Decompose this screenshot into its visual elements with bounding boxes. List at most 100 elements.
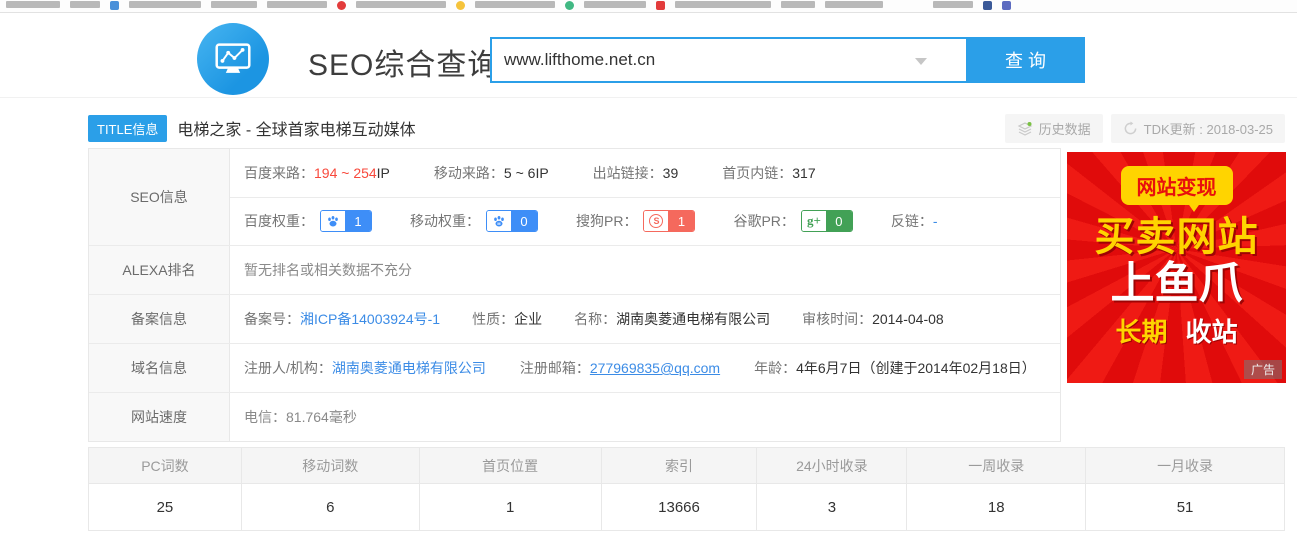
registrant-link[interactable]: 湖南奥菱通电梯有限公司	[332, 358, 486, 378]
row-icp: 备案信息 备案号： 湘ICP备14003924号-1 性质： 企业 名称： 湖南…	[89, 294, 1060, 343]
row-header-alexa: ALEXA排名	[89, 246, 230, 294]
email-link[interactable]: 277969835@qq.com	[590, 360, 720, 376]
ad-bubble-text: 网站变现	[1123, 168, 1231, 203]
bookmark-fragment	[6, 1, 60, 8]
icp-audit-time: 审核时间： 2014-04-08	[802, 309, 944, 329]
col-header: 移动词数	[241, 448, 419, 483]
google-pr: 谷歌PR： g+ 0	[733, 210, 852, 232]
site-title: 电梯之家 - 全球首家电梯互动媒体	[177, 116, 415, 140]
domain-age: 年龄： 4年6月7日（创建于2014年02月18日）	[754, 358, 1036, 378]
mobile-weight-badge[interactable]: M 0	[486, 210, 538, 232]
bookmark-icon	[456, 1, 465, 10]
ad-label: 广告	[1244, 360, 1282, 379]
title-actions: 历史数据 TDK更新 : 2018-03-25	[1005, 114, 1285, 143]
chevron-down-icon[interactable]	[915, 58, 927, 65]
bookmark-fragment	[70, 1, 100, 8]
page-title: SEO综合查询	[308, 40, 498, 84]
bookmark-icon	[656, 1, 665, 10]
alexa-value: 暂无排名或相关数据不充分	[244, 260, 412, 280]
col-header: 一月收录	[1085, 448, 1284, 483]
icp-nature: 性质： 企业	[472, 309, 542, 329]
row-header-speed: 网站速度	[89, 393, 230, 441]
baidu-paw-icon	[321, 211, 345, 231]
seo-info-table: SEO信息 百度来路： 194 ~ 254 IP 移动来路： 5 ~ 6 IP …	[88, 148, 1061, 442]
stat-value: 6	[241, 484, 419, 530]
ad-line3: 长期收站	[1067, 312, 1286, 349]
row-header-seo: SEO信息	[89, 149, 230, 245]
bookmark-icon	[1002, 1, 1011, 10]
seo-rank-line: 百度权重： 1 移动权重：	[230, 198, 1060, 246]
layers-icon	[1017, 121, 1033, 137]
bookmarks-bar-remnant	[0, 0, 1297, 13]
ad-banner[interactable]: 网站变现 买卖网站 上鱼爪 长期收站 广告	[1067, 152, 1286, 383]
bookmark-fragment	[825, 1, 883, 8]
search-input[interactable]	[490, 37, 966, 83]
outbound-links: 出站链接： 39	[593, 163, 679, 183]
row-header-icp: 备案信息	[89, 295, 230, 343]
baidu-weight: 百度权重： 1	[244, 210, 372, 232]
stat-value: 1	[419, 484, 601, 530]
col-header: 首页位置	[419, 448, 601, 483]
bookmark-fragment	[675, 1, 771, 8]
bookmark-fragment	[475, 1, 555, 8]
history-data-button[interactable]: 历史数据	[1005, 114, 1103, 143]
search-bar: 查 询	[490, 37, 1085, 83]
baidu-traffic: 百度来路： 194 ~ 254 IP	[244, 163, 390, 183]
ad-line1: 买卖网站	[1067, 215, 1286, 259]
ad-line2: 上鱼爪	[1067, 259, 1286, 310]
stat-value: 18	[906, 484, 1085, 530]
bookmark-fragment	[211, 1, 257, 8]
google-pr-badge[interactable]: g+ 0	[801, 210, 853, 232]
col-header: 索引	[601, 448, 757, 483]
domain-email: 注册邮箱： 277969835@qq.com	[520, 358, 720, 378]
bookmark-icon	[983, 1, 992, 10]
bookmark-fragment	[781, 1, 815, 8]
monitor-chart-icon	[210, 36, 256, 82]
homepage-internal-links: 首页内链： 317	[722, 163, 815, 183]
sogou-pr-badge[interactable]: S 1	[643, 210, 695, 232]
bookmark-fragment	[129, 1, 201, 8]
svg-text:M: M	[497, 222, 500, 226]
bookmark-icon	[110, 1, 119, 10]
row-domain: 域名信息 注册人/机构： 湖南奥菱通电梯有限公司 注册邮箱： 277969835…	[89, 343, 1060, 392]
seo-traffic-line: 百度来路： 194 ~ 254 IP 移动来路： 5 ~ 6 IP 出站链接： …	[230, 149, 1060, 198]
row-alexa: ALEXA排名 暂无排名或相关数据不充分	[89, 245, 1060, 294]
query-button[interactable]: 查 询	[966, 37, 1085, 83]
bookmark-icon	[337, 1, 346, 10]
bookmark-fragment	[584, 1, 646, 8]
bookmark-fragment	[933, 1, 973, 8]
sogou-pr: 搜狗PR： S 1	[576, 210, 695, 232]
header: SEO综合查询 查 询	[0, 14, 1297, 98]
icp-number-link[interactable]: 湘ICP备14003924号-1	[300, 309, 440, 329]
title-info-badge: TITLE信息	[88, 115, 167, 142]
title-bar: TITLE信息 电梯之家 - 全球首家电梯互动媒体 历史数据 TDK更新 : 2…	[88, 114, 1285, 142]
app-logo	[197, 23, 269, 95]
backlinks: 反链： -	[891, 211, 938, 231]
stat-value: 25	[89, 484, 241, 530]
keyword-stats-table: PC词数 移动词数 首页位置 索引 24小时收录 一周收录 一月收录 25 6 …	[88, 447, 1285, 531]
mobile-weight: 移动权重： M 0	[410, 210, 538, 232]
stat-value: 51	[1085, 484, 1284, 530]
col-header: PC词数	[89, 448, 241, 483]
mobile-traffic: 移动来路： 5 ~ 6 IP	[434, 163, 549, 183]
icp-company-name: 名称： 湖南奥菱通电梯有限公司	[574, 309, 770, 329]
stats-header-row: PC词数 移动词数 首页位置 索引 24小时收录 一周收录 一月收录	[89, 448, 1284, 484]
tdk-update-button[interactable]: TDK更新 : 2018-03-25	[1111, 114, 1285, 143]
bookmark-fragment	[356, 1, 446, 8]
stat-value: 13666	[601, 484, 757, 530]
icp-number: 备案号： 湘ICP备14003924号-1	[244, 309, 440, 329]
col-header: 24小时收录	[756, 448, 906, 483]
bookmark-fragment	[267, 1, 327, 8]
baidu-weight-badge[interactable]: 1	[320, 210, 372, 232]
domain-registrant: 注册人/机构： 湖南奥菱通电梯有限公司	[244, 358, 486, 378]
row-header-domain: 域名信息	[89, 344, 230, 392]
row-speed: 网站速度 电信：81.764毫秒	[89, 392, 1060, 441]
col-header: 一周收录	[906, 448, 1085, 483]
stats-value-row: 25 6 1 13666 3 18 51	[89, 484, 1284, 530]
speed-value: 电信：81.764毫秒	[244, 407, 357, 427]
baidu-mobile-paw-icon: M	[487, 211, 511, 231]
row-seo-info: SEO信息 百度来路： 194 ~ 254 IP 移动来路： 5 ~ 6 IP …	[89, 149, 1060, 245]
bookmark-icon	[565, 1, 574, 10]
refresh-icon	[1123, 121, 1138, 136]
stat-value: 3	[756, 484, 906, 530]
